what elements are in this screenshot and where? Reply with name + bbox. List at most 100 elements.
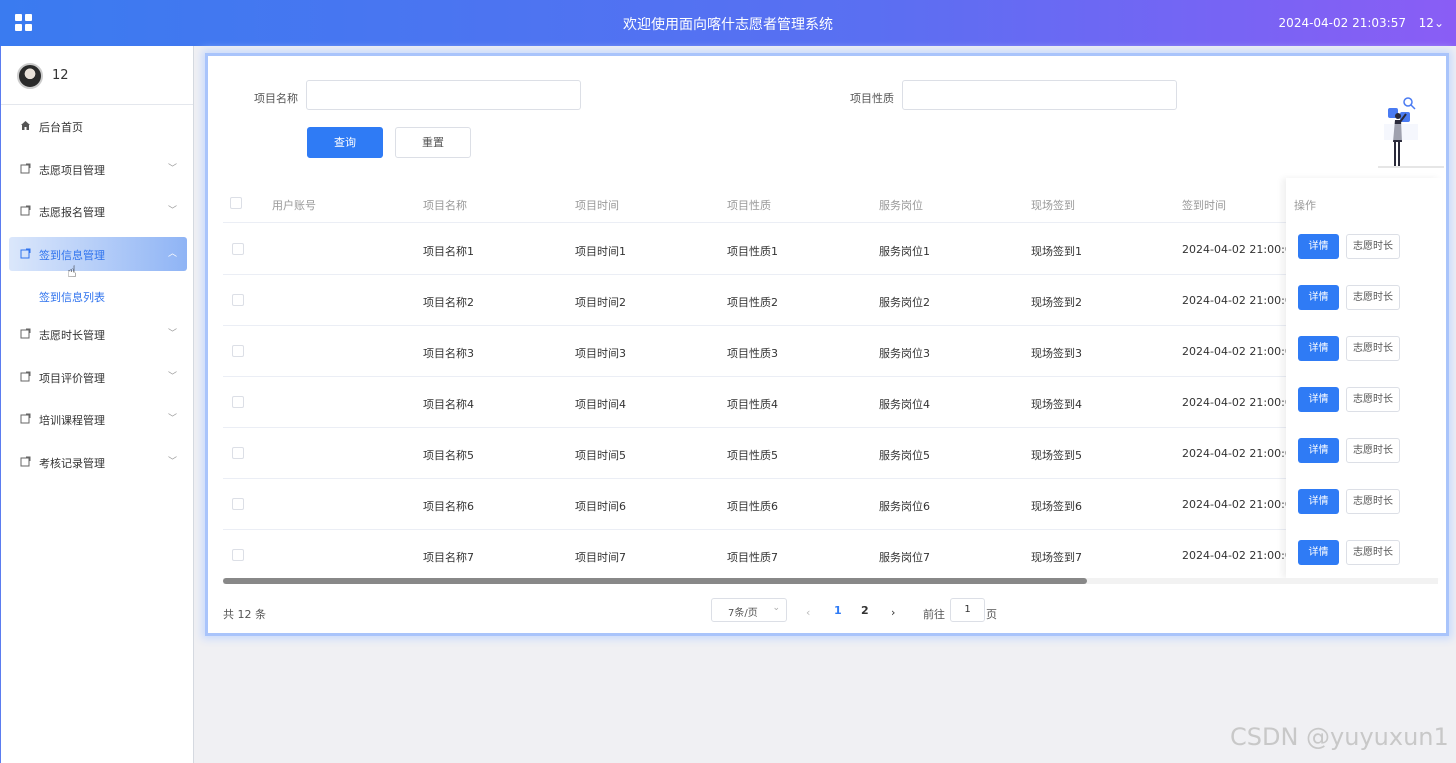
chevron-down-icon: ﹀ [167, 414, 177, 424]
chevron-down-icon: ﹀ [167, 457, 177, 467]
volunteer-hours-button[interactable]: 志愿时长 [1346, 285, 1400, 310]
table-row[interactable]: 项目名称2 项目时间2 项目性质2 服务岗位2 现场签到2 2024-04-02 21:0… [223, 275, 1438, 326]
header-datetime: 2024-04-02 21:03:57 [1278, 16, 1406, 30]
query-button[interactable]: 查询 [307, 127, 383, 158]
row-checkbox[interactable] [232, 243, 244, 255]
col-header-project-time: 项目时间 [575, 199, 619, 212]
project-nature-label: 项目性质 [850, 92, 894, 105]
row-checkbox[interactable] [232, 549, 244, 561]
table-cell: 服务岗位5 [879, 449, 930, 462]
detail-button[interactable]: 详情 [1298, 387, 1339, 412]
page-size-select[interactable]: 7条/页 ⌄ [711, 598, 787, 622]
select-all-checkbox[interactable] [230, 197, 242, 209]
chevron-down-icon: ﹀ [167, 372, 177, 382]
sidebar-item-label: 培训课程管理 [39, 414, 105, 427]
detail-button[interactable]: 详情 [1298, 234, 1339, 259]
table-cell: 现场签到3 [1031, 347, 1082, 360]
goto-page-input[interactable]: 1 [950, 598, 985, 622]
chevron-down-icon: ﹀ [167, 329, 177, 339]
page-2[interactable]: 2 [861, 604, 869, 617]
table-cell: 项目名称7 [423, 551, 474, 564]
row-checkbox[interactable] [232, 294, 244, 306]
table-cell: 项目性质5 [727, 449, 778, 462]
sidebar-item-volunteer-projects[interactable]: 志愿项目管理 ﹀ [9, 152, 187, 186]
table-cell: 项目性质7 [727, 551, 778, 564]
row-checkbox[interactable] [232, 396, 244, 408]
sidebar-item-volunteer-signup[interactable]: 志愿报名管理 ﹀ [9, 194, 187, 228]
row-checkbox[interactable] [232, 345, 244, 357]
table-row[interactable]: 项目名称3 项目时间3 项目性质3 服务岗位3 现场签到3 2024-04-02 21:0… [223, 326, 1438, 377]
table-row[interactable]: 项目名称7 项目时间7 项目性质7 服务岗位7 现场签到7 2024-04-02 21:0… [223, 530, 1438, 581]
table-row[interactable]: 项目名称4 项目时间4 项目性质4 服务岗位4 现场签到4 2024-04-02 21:0… [223, 377, 1438, 428]
user-menu[interactable]: 12⌄ [1419, 16, 1444, 30]
table-cell: 2024-04-02 21:00:03 [1182, 396, 1299, 409]
row-checkbox[interactable] [232, 498, 244, 510]
col-header-onsite-signin: 现场签到 [1031, 199, 1075, 212]
table-cell: 项目性质4 [727, 398, 778, 411]
table-cell: 项目性质1 [727, 245, 778, 258]
sidebar-item-home[interactable]: 后台首页 [9, 109, 187, 143]
volunteer-hours-button[interactable]: 志愿时长 [1346, 438, 1400, 463]
detail-button[interactable]: 详情 [1298, 336, 1339, 361]
table-cell: 项目时间7 [575, 551, 626, 564]
watermark: CSDN @yuyuxun1 [1230, 723, 1449, 751]
col-header-operations: 操作 [1294, 199, 1316, 212]
table-cell: 现场签到5 [1031, 449, 1082, 462]
table-cell: 项目名称5 [423, 449, 474, 462]
sidebar-item-label: 考核记录管理 [39, 457, 105, 470]
reset-button[interactable]: 重置 [395, 127, 471, 158]
volunteer-hours-button[interactable]: 志愿时长 [1346, 336, 1400, 361]
total-count: 共 12 条 [223, 608, 266, 621]
col-header-project-nature: 项目性质 [727, 199, 771, 212]
col-header-service-post: 服务岗位 [879, 199, 923, 212]
sidebar-item-label: 志愿项目管理 [39, 164, 105, 177]
page-1[interactable]: 1 [834, 604, 842, 617]
table-cell: 服务岗位1 [879, 245, 930, 258]
table-cell: 服务岗位3 [879, 347, 930, 360]
volunteer-hours-button[interactable]: 志愿时长 [1346, 387, 1400, 412]
detail-button[interactable]: 详情 [1298, 540, 1339, 565]
table-cell: 项目名称3 [423, 347, 474, 360]
detail-button[interactable]: 详情 [1298, 438, 1339, 463]
prev-page-icon[interactable]: ‹ [806, 606, 810, 619]
project-name-input[interactable] [306, 80, 581, 110]
volunteer-hours-button[interactable]: 志愿时长 [1346, 234, 1400, 259]
table-cell: 2024-04-02 21:00:03 [1182, 549, 1299, 562]
table-cell: 服务岗位4 [879, 398, 930, 411]
row-checkbox[interactable] [232, 447, 244, 459]
table-cell: 现场签到4 [1031, 398, 1082, 411]
table-cell: 项目名称4 [423, 398, 474, 411]
table-cell: 项目名称2 [423, 296, 474, 309]
sidebar-item-volunteer-hours[interactable]: 志愿时长管理 ﹀ [9, 317, 187, 351]
sidebar-item-signin-info[interactable]: 签到信息管理 ︿ [9, 237, 187, 271]
top-header: 欢迎使用面向喀什志愿者管理系统 2024-04-02 21:03:57 12⌄ [0, 0, 1456, 46]
sidebar-item-training-courses[interactable]: 培训课程管理 ﹀ [9, 402, 187, 436]
sidebar-item-assessment-records[interactable]: 考核记录管理 ﹀ [9, 445, 187, 479]
detail-button[interactable]: 详情 [1298, 285, 1339, 310]
horizontal-scrollbar[interactable] [223, 578, 1438, 584]
col-header-signin-time: 签到时间 [1182, 199, 1226, 212]
search-illustration-icon [1378, 97, 1444, 168]
project-nature-input[interactable] [902, 80, 1177, 110]
table-cell: 项目名称1 [423, 245, 474, 258]
table-row[interactable]: 项目名称6 项目时间6 项目性质6 服务岗位6 现场签到6 2024-04-02 21:0… [223, 479, 1438, 530]
table-row[interactable]: 项目名称1 项目时间1 项目性质1 服务岗位1 现场签到1 2024-04-02 21:0… [223, 224, 1438, 275]
col-header-user-account: 用户账号 [272, 199, 316, 212]
scrollbar-thumb[interactable] [223, 578, 1087, 584]
table-cell: 现场签到7 [1031, 551, 1082, 564]
volunteer-hours-button[interactable]: 志愿时长 [1346, 540, 1400, 565]
table-cell: 项目时间4 [575, 398, 626, 411]
table-header: 用户账号 项目名称 项目时间 项目性质 服务岗位 现场签到 签到时间 [223, 183, 1438, 223]
table-cell: 现场签到6 [1031, 500, 1082, 513]
sidebar-item-project-review[interactable]: 项目评价管理 ﹀ [9, 360, 187, 394]
table-cell: 2024-04-02 21:00:03 [1182, 447, 1299, 460]
table-cell: 项目性质2 [727, 296, 778, 309]
sidebar-username: 12 [52, 68, 69, 83]
table-row[interactable]: 项目名称5 项目时间5 项目性质5 服务岗位5 现场签到5 2024-04-02 21:0… [223, 428, 1438, 479]
volunteer-hours-button[interactable]: 志愿时长 [1346, 489, 1400, 514]
operations-column: 操作 详情 志愿时长 详情 志愿时长 详情 志愿时长 详情 志愿时长 详情 志愿时长 详情 志愿时长详… [1286, 178, 1442, 578]
detail-button[interactable]: 详情 [1298, 489, 1339, 514]
submenu-item-signin-list[interactable]: 签到信息列表 [39, 289, 105, 305]
table-cell: 现场签到1 [1031, 245, 1082, 258]
next-page-icon[interactable]: › [891, 606, 895, 619]
